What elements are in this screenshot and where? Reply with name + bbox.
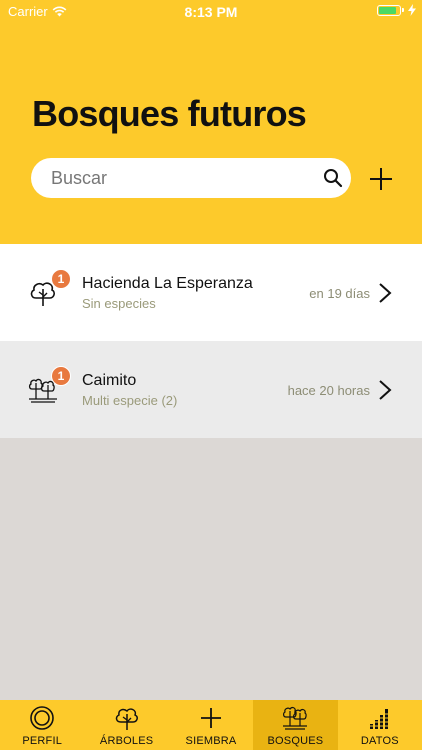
tab-arboles[interactable]: ÁRBOLES (84, 700, 168, 750)
forest-row[interactable]: 1 Hacienda La Esperanza Sin especies en … (0, 244, 422, 341)
tab-label: SIEMBRA (185, 735, 237, 747)
add-forest-button[interactable] (366, 164, 396, 194)
notification-badge: 1 (51, 269, 71, 289)
forest-subtitle: Multi especie (2) (82, 393, 178, 408)
tab-label: DATOS (360, 735, 399, 747)
tab-bosques[interactable]: BOSQUES (253, 700, 338, 750)
forest-time: hace 20 horas (287, 383, 370, 398)
tab-bar: PERFIL ÁRBOLES SIEMBRA BOSQUES DATOS (0, 700, 422, 750)
forest-title: Caimito (82, 372, 137, 389)
tab-siembra[interactable]: SIEMBRA (169, 700, 253, 750)
notification-badge: 1 (51, 366, 71, 386)
status-right (377, 4, 416, 16)
forest-subtitle: Sin especies (82, 296, 156, 311)
tree-icon (115, 708, 138, 730)
search-input[interactable] (51, 158, 311, 198)
search-icon[interactable] (323, 168, 343, 188)
forest-icon (283, 706, 308, 730)
plus-icon (201, 708, 222, 728)
forest-title: Hacienda La Esperanza (82, 275, 253, 292)
chevron-right-icon[interactable] (378, 282, 392, 304)
profile-circle-icon (30, 706, 55, 730)
forest-time: en 19 días (309, 286, 370, 301)
battery-icon (377, 4, 404, 16)
forest-row[interactable]: 1 Caimito Multi especie (2) hace 20 hora… (0, 341, 422, 438)
page-title: Bosques futuros (32, 93, 307, 134)
search-bar[interactable] (31, 158, 351, 198)
charging-icon (408, 4, 416, 16)
tab-label: ÁRBOLES (99, 735, 154, 747)
tab-perfil[interactable]: PERFIL (0, 700, 84, 750)
tab-label: PERFIL (22, 735, 63, 747)
chevron-right-icon[interactable] (378, 379, 392, 401)
status-bar: Carrier 8:13 PM (0, 0, 422, 22)
forest-list: 1 Hacienda La Esperanza Sin especies en … (0, 244, 422, 438)
status-time: 8:13 PM (184, 4, 238, 20)
tab-datos[interactable]: DATOS (338, 700, 422, 750)
tab-label: BOSQUES (267, 735, 324, 747)
bars-icon (369, 709, 388, 729)
header: Carrier 8:13 PM Bosques futuros (0, 0, 422, 244)
